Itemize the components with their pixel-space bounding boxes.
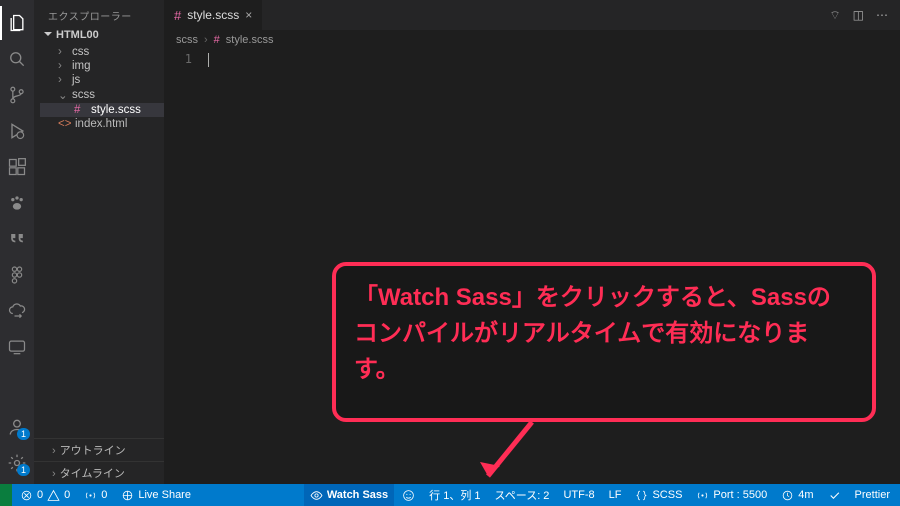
badge: 1	[17, 428, 30, 440]
tree-folder-js[interactable]: ›js	[40, 73, 164, 87]
error-icon	[20, 489, 33, 502]
status-prettier[interactable]: Prettier	[849, 484, 896, 506]
annotation-text: 「Watch Sass」をクリックすると、Sassのコンパイルがリアルタイムで有…	[354, 284, 831, 383]
tree-file-stylescss[interactable]: # style.scss	[40, 103, 164, 117]
compare-icon[interactable]: ⌔	[829, 8, 840, 23]
tab-bar: # style.scss × ⌔ ◫ ⋯	[164, 0, 900, 30]
breadcrumb[interactable]: scss › # style.scss	[164, 30, 900, 50]
braces-icon	[635, 489, 648, 502]
chevron-right-icon: ›	[204, 34, 208, 46]
status-ports[interactable]: 0	[78, 484, 113, 506]
status-bar: 0 0 0 Live Share Watch Sass 行 1、列 1 スペース…	[0, 484, 900, 506]
ab-explorer[interactable]	[0, 6, 34, 40]
files-icon	[7, 13, 27, 33]
close-icon[interactable]: ×	[245, 8, 252, 22]
sidebar-title: エクスプローラー	[34, 0, 164, 27]
file-label: style.scss	[91, 104, 141, 116]
liveshare-icon	[121, 489, 134, 502]
search-icon	[7, 49, 27, 69]
ab-scm[interactable]	[0, 78, 34, 112]
crumb-segment[interactable]: scss	[176, 34, 198, 46]
crumb-segment[interactable]: style.scss	[226, 34, 274, 46]
quotes-icon	[7, 229, 27, 249]
sidebar-outline[interactable]: ›アウトライン	[34, 438, 164, 461]
project-title[interactable]: HTML00	[34, 27, 164, 45]
folder-label: css	[72, 46, 89, 58]
sidebar-timeline[interactable]: ›タイムライン	[34, 461, 164, 484]
tree-folder-css[interactable]: ›css	[40, 45, 164, 59]
device-icon	[7, 337, 27, 357]
gutter: 1	[164, 50, 208, 484]
radio-icon	[84, 489, 97, 502]
radio-icon	[696, 489, 709, 502]
html-icon: <>	[58, 118, 70, 130]
tree-folder-scss[interactable]: ⌄scss	[40, 87, 164, 103]
status-liveshare[interactable]: Live Share	[115, 484, 197, 506]
status-problems[interactable]: 0 0	[14, 484, 76, 506]
status-indent[interactable]: スペース: 2	[489, 484, 556, 506]
status-feedback[interactable]	[396, 484, 421, 506]
remote-indicator[interactable]	[0, 484, 12, 506]
status-watch-sass[interactable]: Watch Sass	[304, 484, 394, 506]
sidebar: エクスプローラー HTML00 ›css ›img ›js ⌄scss # sty…	[34, 0, 164, 484]
more-icon[interactable]: ⋯	[876, 8, 888, 23]
activity-bar: 1 1	[0, 0, 34, 484]
scss-icon: #	[214, 34, 220, 46]
tab-label: style.scss	[187, 8, 239, 22]
extensions-icon	[7, 157, 27, 177]
tree-folder-img[interactable]: ›img	[40, 59, 164, 73]
ab-settings[interactable]: 1	[0, 446, 34, 480]
folder-label: scss	[72, 89, 95, 101]
cursor	[208, 53, 209, 67]
scss-icon: #	[174, 8, 181, 23]
cloud-arrow-icon	[7, 301, 27, 321]
status-port[interactable]: Port : 5500	[690, 484, 773, 506]
annotation-callout: 「Watch Sass」をクリックすると、Sassのコンパイルがリアルタイムで有…	[332, 262, 876, 422]
ab-debug[interactable]	[0, 114, 34, 148]
ab-search[interactable]	[0, 42, 34, 76]
ab-account[interactable]: 1	[0, 410, 34, 444]
folder-label: img	[72, 60, 91, 72]
ab-ext[interactable]	[0, 150, 34, 184]
eye-icon	[310, 489, 323, 502]
split-icon[interactable]: ◫	[853, 8, 864, 23]
ab-quotes[interactable]	[0, 222, 34, 256]
folder-label: js	[72, 74, 80, 86]
line-number: 1	[164, 52, 192, 66]
status-cursor-pos[interactable]: 行 1、列 1	[423, 484, 486, 506]
smile-icon	[402, 489, 415, 502]
file-label: index.html	[75, 118, 127, 130]
scss-icon: #	[74, 104, 86, 116]
badge: 1	[17, 464, 30, 476]
tab-stylescss[interactable]: # style.scss ×	[164, 0, 262, 30]
ab-figma[interactable]	[0, 258, 34, 292]
ab-cloud[interactable]	[0, 294, 34, 328]
check-icon	[828, 489, 841, 502]
status-time[interactable]: 4m	[775, 484, 819, 506]
warning-icon	[47, 489, 60, 502]
branch-icon	[7, 85, 27, 105]
status-lang[interactable]: SCSS	[629, 484, 688, 506]
clock-icon	[781, 489, 794, 502]
debug-icon	[7, 121, 27, 141]
status-encoding[interactable]: UTF-8	[557, 484, 600, 506]
figma-icon	[7, 265, 27, 285]
tab-actions: ⌔ ◫ ⋯	[829, 8, 900, 23]
ab-paw[interactable]	[0, 186, 34, 220]
status-eol[interactable]: LF	[603, 484, 628, 506]
paw-icon	[7, 193, 27, 213]
tree-file-index[interactable]: <> index.html	[40, 117, 164, 131]
file-tree: ›css ›img ›js ⌄scss # style.scss <> index.…	[34, 45, 164, 131]
status-prettier-check[interactable]	[822, 484, 847, 506]
ab-device[interactable]	[0, 330, 34, 364]
